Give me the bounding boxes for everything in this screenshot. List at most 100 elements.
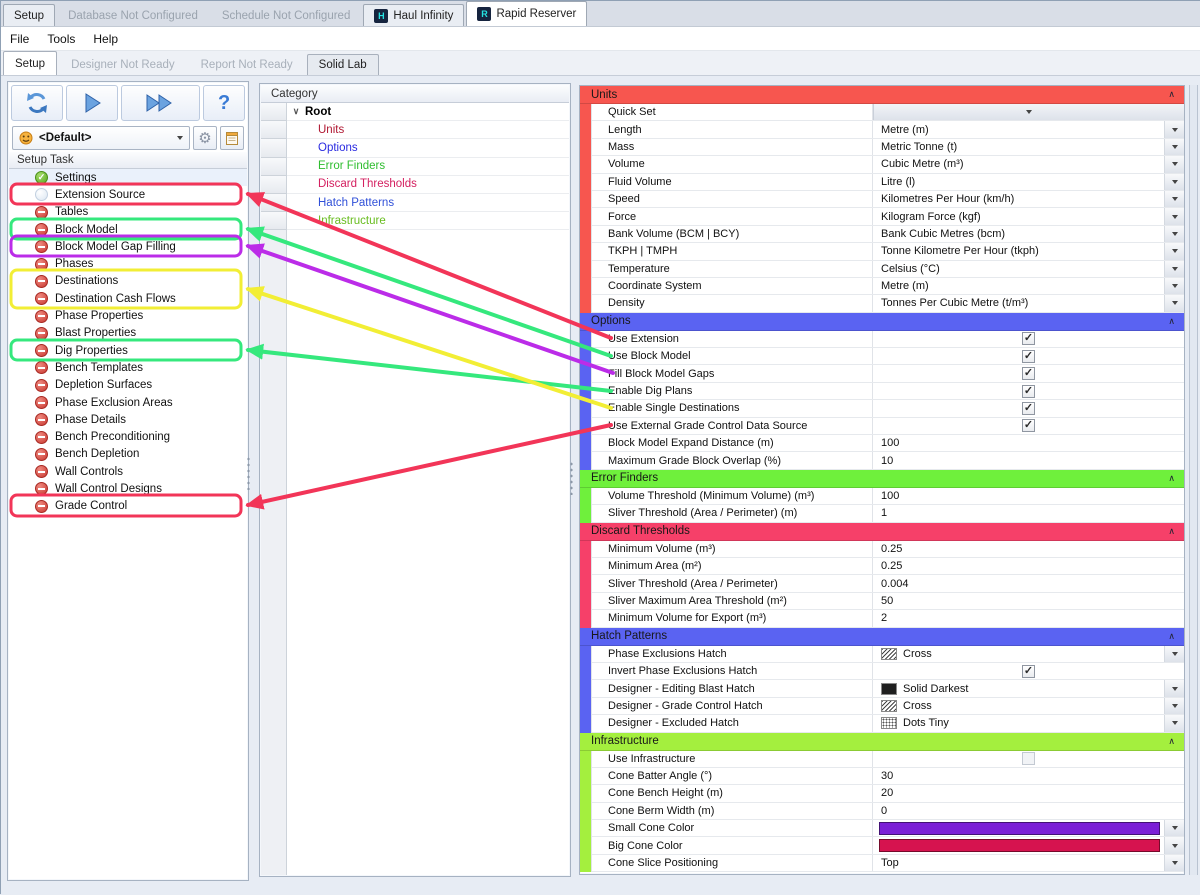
dropdown-button[interactable]: [1164, 698, 1184, 714]
checkbox-checked[interactable]: ✓: [1022, 419, 1035, 432]
task-item-depletion-surfaces[interactable]: Depletion Surfaces: [9, 377, 247, 394]
property-value[interactable]: 100: [873, 435, 1184, 451]
property-value[interactable]: Tonnes Per Cubic Metre (t/m³): [873, 295, 1164, 311]
dropdown-button[interactable]: [1164, 855, 1184, 871]
dropdown-button[interactable]: [1164, 295, 1184, 311]
subtab-solid-lab[interactable]: Solid Lab: [307, 54, 379, 75]
category-item-root[interactable]: ∨Root: [287, 103, 569, 121]
dropdown-button[interactable]: [1164, 191, 1184, 207]
task-item-phase-exclusion-areas[interactable]: Phase Exclusion Areas: [9, 394, 247, 411]
property-value[interactable]: 0.004: [873, 575, 1184, 591]
task-item-bench-preconditioning[interactable]: Bench Preconditioning: [9, 428, 247, 445]
property-value[interactable]: Celsius (°C): [873, 261, 1164, 277]
chevron-down-icon[interactable]: ∨: [287, 106, 305, 117]
section-header-units[interactable]: Units∧: [580, 86, 1184, 104]
task-item-destinations[interactable]: Destinations: [9, 273, 247, 290]
task-item-wall-control-designs[interactable]: Wall Control Designs: [9, 480, 247, 497]
property-value[interactable]: Metric Tonne (t): [873, 139, 1164, 155]
dropdown-button[interactable]: [1164, 715, 1184, 731]
chevron-up-icon[interactable]: ∧: [1168, 736, 1175, 747]
property-value[interactable]: Top: [873, 855, 1164, 871]
task-item-extension-source[interactable]: Extension Source: [9, 186, 247, 203]
section-header-discard-thresholds[interactable]: Discard Thresholds∧: [580, 523, 1184, 541]
property-value[interactable]: Solid Darkest: [873, 680, 1164, 696]
category-item-units[interactable]: Units: [287, 121, 569, 139]
notes-button[interactable]: [220, 126, 244, 150]
property-value[interactable]: 10: [873, 452, 1184, 468]
property-value[interactable]: Bank Cubic Metres (bcm): [873, 226, 1164, 242]
task-item-destination-cash-flows[interactable]: Destination Cash Flows: [9, 290, 247, 307]
task-item-settings[interactable]: Settings: [9, 169, 247, 186]
checkbox-checked[interactable]: ✓: [1022, 367, 1035, 380]
dropdown-button[interactable]: [1164, 837, 1184, 853]
dropdown-button[interactable]: [1164, 680, 1184, 696]
dropdown-button[interactable]: [1164, 174, 1184, 190]
category-item-infrastructure[interactable]: Infrastructure: [287, 212, 569, 230]
category-item-discard-thresholds[interactable]: Discard Thresholds: [287, 176, 569, 194]
menu-help[interactable]: Help: [84, 27, 127, 50]
dropdown-button[interactable]: [1164, 261, 1184, 277]
checkbox-checked[interactable]: ✓: [1022, 350, 1035, 363]
dropdown-button[interactable]: [1164, 243, 1184, 259]
section-header-infrastructure[interactable]: Infrastructure∧: [580, 733, 1184, 751]
property-value[interactable]: Kilogram Force (kgf): [873, 208, 1164, 224]
task-item-phase-details[interactable]: Phase Details: [9, 411, 247, 428]
property-value[interactable]: Metre (m): [873, 121, 1164, 137]
dropdown-button[interactable]: [1164, 121, 1184, 137]
dropdown-button[interactable]: [1164, 226, 1184, 242]
task-item-bench-templates[interactable]: Bench Templates: [9, 359, 247, 376]
splitter-right[interactable]: [569, 461, 574, 495]
task-item-dig-properties[interactable]: Dig Properties: [9, 342, 247, 359]
property-value[interactable]: 0.25: [873, 558, 1184, 574]
property-value[interactable]: 50: [873, 593, 1184, 609]
tab-setup[interactable]: Setup: [3, 4, 55, 26]
profile-settings-button[interactable]: ⚙: [193, 126, 217, 150]
run-all-button[interactable]: [121, 85, 201, 121]
section-header-error-finders[interactable]: Error Finders∧: [580, 470, 1184, 488]
chevron-up-icon[interactable]: ∧: [1168, 526, 1175, 537]
task-item-block-model[interactable]: Block Model: [9, 221, 247, 238]
quick-set-combo[interactable]: [873, 104, 1184, 120]
dropdown-button[interactable]: [1164, 646, 1184, 662]
chevron-up-icon[interactable]: ∧: [1168, 316, 1175, 327]
help-button[interactable]: ?: [203, 85, 245, 121]
property-value[interactable]: 100: [873, 488, 1184, 504]
category-item-hatch-patterns[interactable]: Hatch Patterns: [287, 194, 569, 212]
property-value[interactable]: [873, 820, 1164, 836]
section-header-hatch-patterns[interactable]: Hatch Patterns∧: [580, 628, 1184, 646]
property-value[interactable]: 1: [873, 505, 1184, 521]
category-item-options[interactable]: Options: [287, 139, 569, 157]
property-value[interactable]: Metre (m): [873, 278, 1164, 294]
task-item-bench-depletion[interactable]: Bench Depletion: [9, 446, 247, 463]
property-value[interactable]: 0: [873, 803, 1184, 819]
property-value[interactable]: 2: [873, 610, 1184, 626]
checkbox-checked[interactable]: ✓: [1022, 332, 1035, 345]
property-value[interactable]: Cross: [873, 646, 1164, 662]
profile-combo[interactable]: <Default>: [12, 126, 190, 150]
property-value[interactable]: Kilometres Per Hour (km/h): [873, 191, 1164, 207]
checkbox-checked[interactable]: ✓: [1022, 385, 1035, 398]
dropdown-button[interactable]: [1164, 208, 1184, 224]
task-item-blast-properties[interactable]: Blast Properties: [9, 325, 247, 342]
dropdown-button[interactable]: [1164, 278, 1184, 294]
task-item-phases[interactable]: Phases: [9, 255, 247, 272]
dropdown-button[interactable]: [1164, 820, 1184, 836]
property-value[interactable]: Cubic Metre (m³): [873, 156, 1164, 172]
run-button[interactable]: [66, 85, 118, 121]
refresh-button[interactable]: [11, 85, 63, 121]
checkbox-checked[interactable]: ✓: [1022, 665, 1035, 678]
property-value[interactable]: Dots Tiny: [873, 715, 1164, 731]
dropdown-button[interactable]: [1164, 156, 1184, 172]
property-value[interactable]: Litre (l): [873, 174, 1164, 190]
task-item-tables[interactable]: Tables: [9, 204, 247, 221]
dropdown-button[interactable]: [1164, 139, 1184, 155]
property-value[interactable]: 20: [873, 785, 1184, 801]
splitter-left[interactable]: [246, 456, 251, 490]
menu-file[interactable]: File: [1, 27, 38, 50]
chevron-up-icon[interactable]: ∧: [1168, 631, 1175, 642]
task-item-phase-properties[interactable]: Phase Properties: [9, 307, 247, 324]
category-item-error-finders[interactable]: Error Finders: [287, 158, 569, 176]
checkbox-checked[interactable]: ✓: [1022, 402, 1035, 415]
chevron-up-icon[interactable]: ∧: [1168, 89, 1175, 100]
tab-rapid-reserver[interactable]: RRapid Reserver: [466, 1, 587, 26]
